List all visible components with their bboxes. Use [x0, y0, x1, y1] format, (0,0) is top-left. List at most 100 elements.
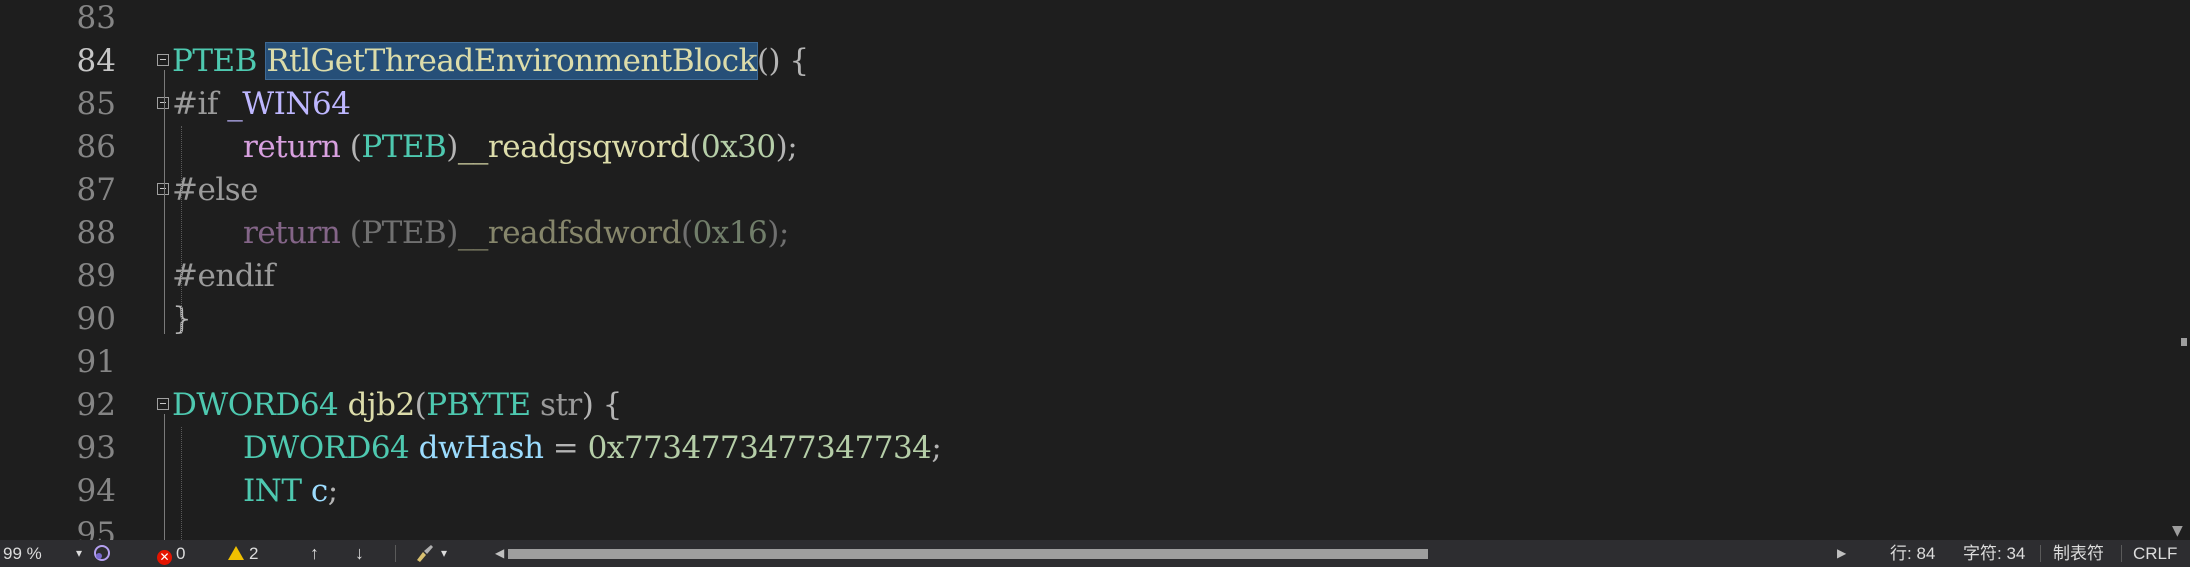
scrollbar-marker — [2181, 338, 2187, 346]
code-line[interactable]: 89 #endif — [0, 255, 2160, 298]
cursor-char[interactable]: 字符: 34 — [1963, 540, 2025, 567]
code-text: INT c; — [243, 470, 338, 513]
scrollbar-thumb[interactable] — [508, 549, 1428, 559]
scroll-left-icon[interactable]: ◀ — [495, 540, 504, 567]
line-number: 94 — [76, 473, 116, 509]
punctuation: () { — [756, 43, 809, 79]
fold-collapse-icon[interactable] — [157, 54, 169, 66]
number-token: 0x7734773477347734 — [587, 430, 932, 466]
divider — [395, 545, 396, 562]
next-issue-button[interactable]: ↓ — [355, 540, 364, 567]
preprocessor-token: #if — [172, 86, 218, 122]
horizontal-scrollbar[interactable] — [508, 549, 1828, 559]
punctuation: ) { — [581, 387, 623, 423]
line-number: 93 — [76, 430, 116, 466]
scroll-right-icon[interactable]: ▶ — [1837, 540, 1846, 567]
code-line[interactable]: 93 DWORD64 dwHash = 0x7734773477347734; — [0, 427, 2160, 470]
indent-guide — [181, 427, 182, 540]
divider — [2040, 545, 2041, 562]
chevron-down-icon[interactable]: ▾ — [76, 540, 82, 567]
code-text: #if _WIN64 — [172, 83, 351, 126]
divider — [2121, 545, 2122, 562]
scroll-down-icon[interactable]: ▼ — [2172, 523, 2183, 539]
line-number: 92 — [76, 387, 116, 423]
fold-collapse-icon[interactable] — [157, 398, 169, 410]
code-line[interactable]: 91 — [0, 341, 2160, 384]
variable-token: dwHash — [418, 430, 544, 466]
warning-count-value: 2 — [249, 544, 259, 563]
punctuation: ; — [931, 430, 942, 466]
error-count-value: 0 — [176, 544, 186, 563]
line-number: 87 — [76, 172, 116, 208]
code-line[interactable]: 95 — [0, 513, 2160, 540]
code-text: DWORD64 djb2(PBYTE str) { — [172, 384, 622, 427]
line-number: 88 — [76, 215, 116, 251]
line-number: 86 — [76, 129, 116, 165]
warning-icon — [228, 546, 244, 560]
code-line[interactable]: 87 #else — [0, 169, 2160, 212]
punctuation: ; — [327, 473, 338, 509]
line-ending[interactable]: CRLF — [2133, 540, 2177, 567]
error-count[interactable]: ✕ 0 — [157, 540, 185, 567]
indent-mode[interactable]: 制表符 — [2053, 540, 2104, 567]
operator: = — [543, 430, 588, 466]
macro-token: _WIN64 — [227, 86, 351, 122]
number-token: 0x16 — [692, 215, 768, 251]
function-token: djb2 — [347, 387, 416, 423]
code-editor[interactable]: 83 84 PTEB RtlGetThreadEnvironmentBlock(… — [0, 0, 2190, 540]
type-token: INT — [243, 473, 302, 509]
keyword-token: return — [243, 215, 341, 251]
code-line[interactable]: 84 PTEB RtlGetThreadEnvironmentBlock() { — [0, 40, 2160, 83]
code-line[interactable]: 90 } — [0, 298, 2160, 341]
fold-range-bracket — [164, 414, 169, 540]
brush-icon[interactable] — [414, 540, 436, 567]
copilot-icon[interactable] — [92, 540, 112, 567]
line-number: 95 — [76, 516, 116, 540]
code-text: #endif — [172, 255, 275, 298]
punctuation: ( — [349, 129, 362, 165]
punctuation: ( — [680, 215, 693, 251]
code-text: return (PTEB)__readfsdword(0x16); — [243, 212, 789, 255]
punctuation: ( — [414, 387, 427, 423]
error-icon: ✕ — [157, 550, 172, 565]
type-token: PBYTE — [426, 387, 531, 423]
cursor-line[interactable]: 行: 84 — [1890, 540, 1935, 567]
preprocessor-token: #endif — [172, 258, 275, 294]
punctuation: ) — [446, 129, 458, 165]
previous-issue-button[interactable]: ↑ — [310, 540, 319, 567]
variable-token: c — [310, 473, 328, 509]
type-token: PTEB — [172, 43, 257, 79]
keyword-token: return — [243, 129, 341, 165]
code-line[interactable]: 86 return (PTEB)__readgsqword(0x30); — [0, 126, 2160, 169]
zoom-level[interactable]: 99 % — [3, 540, 42, 567]
code-line[interactable]: 92 DWORD64 djb2(PBYTE str) { — [0, 384, 2160, 427]
number-token: 0x30 — [700, 129, 776, 165]
line-number: 85 — [76, 86, 116, 122]
code-line[interactable]: 94 INT c; — [0, 470, 2160, 513]
code-text: return (PTEB)__readgsqword(0x30); — [243, 126, 798, 169]
code-text: DWORD64 dwHash = 0x7734773477347734; — [243, 427, 942, 470]
punctuation: ( — [689, 129, 701, 165]
preprocessor-token: #else — [172, 172, 259, 208]
parameter-token: str — [540, 387, 582, 423]
chevron-down-icon[interactable]: ▾ — [441, 540, 447, 567]
code-line[interactable]: 85 #if _WIN64 — [0, 83, 2160, 126]
function-name-selected: RtlGetThreadEnvironmentBlock — [265, 42, 758, 80]
code-line-inactive[interactable]: 88 return (PTEB)__readfsdword(0x16); — [0, 212, 2160, 255]
punctuation: ); — [767, 215, 789, 251]
status-bar: 99 % ▾ ✕ 0 2 ↑ ↓ ▾ ◀ ▶ 行: 84 字符: 34 制表符 C… — [0, 540, 2190, 567]
warning-count[interactable]: 2 — [228, 540, 258, 567]
line-number: 84 — [76, 43, 116, 79]
punctuation: ); — [775, 129, 798, 165]
function-token: __readgsqword — [457, 129, 690, 165]
type-cast-token: (PTEB) — [349, 215, 459, 251]
fold-range-bracket — [164, 70, 169, 334]
indent-guide — [181, 126, 182, 334]
type-token: DWORD64 — [243, 430, 410, 466]
type-token: DWORD64 — [172, 387, 339, 423]
type-token: PTEB — [361, 129, 447, 165]
line-number: 83 — [76, 0, 116, 36]
code-line[interactable]: 83 — [0, 0, 2160, 40]
code-text: #else — [172, 169, 259, 212]
line-number: 89 — [76, 258, 116, 294]
